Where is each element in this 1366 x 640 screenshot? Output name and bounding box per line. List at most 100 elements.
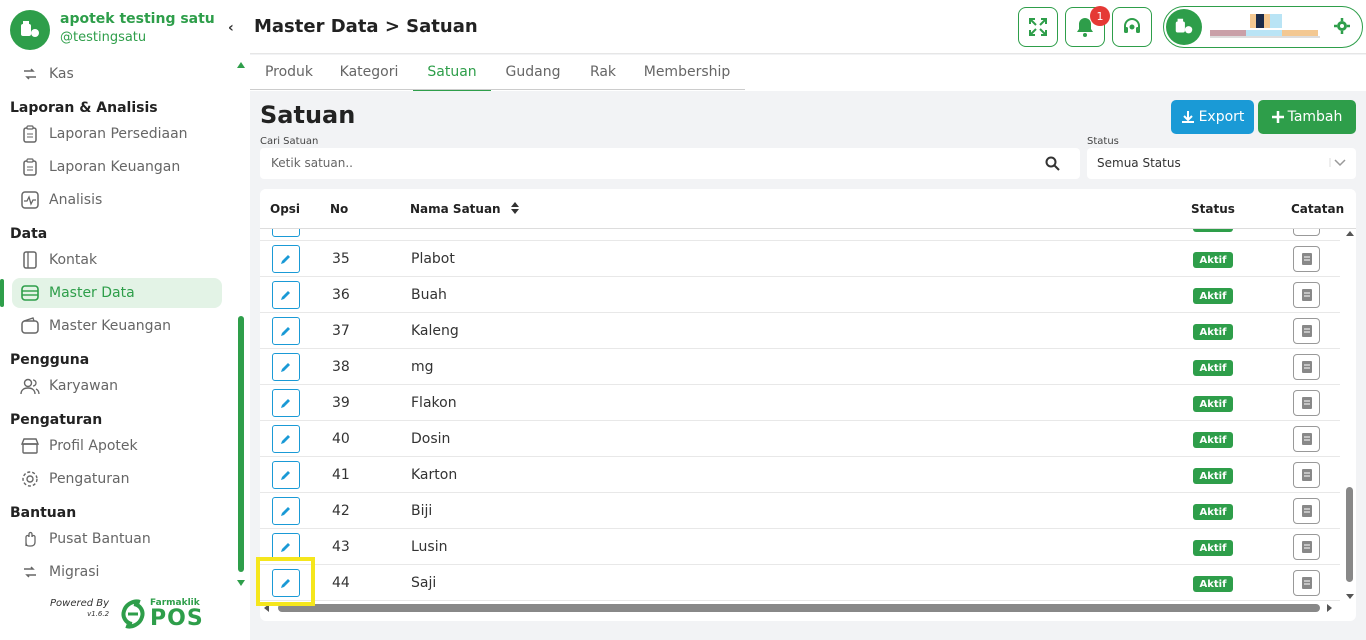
sidebar-item-pengaturan[interactable]: Pengaturan (12, 464, 222, 494)
fullscreen-button[interactable] (1018, 7, 1058, 47)
edit-button[interactable] (272, 353, 300, 381)
note-icon (1301, 469, 1312, 481)
profile-menu[interactable] (1163, 6, 1363, 48)
note-icon (1301, 505, 1312, 517)
col-no: No (330, 202, 349, 216)
note-button[interactable] (1293, 318, 1320, 344)
scroll-right-icon[interactable] (1327, 604, 1332, 612)
scroll-thumb[interactable] (1346, 487, 1353, 582)
farmaklik-logo: Farmaklik POS (118, 598, 204, 630)
scroll-thumb[interactable] (238, 316, 244, 572)
sidebar-item-pusat-bantuan[interactable]: Pusat Bantuan (12, 524, 222, 554)
pencil-icon (281, 327, 290, 336)
store-icon (20, 436, 40, 456)
active-indicator (0, 279, 4, 307)
headset-icon (1124, 18, 1140, 33)
sidebar-item-migrasi[interactable]: Migrasi (12, 557, 222, 587)
table-row (260, 229, 1340, 241)
status-badge (1193, 229, 1233, 232)
sort-icon[interactable] (510, 202, 519, 214)
note-button[interactable] (1293, 229, 1320, 236)
scroll-down-icon[interactable] (237, 580, 245, 586)
search-input[interactable]: Ketik satuan.. (260, 148, 1080, 179)
scroll-up-icon[interactable] (1346, 231, 1354, 236)
cell-name: Kaleng (411, 323, 459, 339)
section-bantuan: Bantuan (10, 505, 77, 521)
note-button[interactable] (1293, 246, 1320, 272)
table-row: 36 Buah Aktif (260, 277, 1340, 313)
pencil-icon (281, 435, 290, 444)
cell-name: Biji (411, 503, 433, 519)
col-nama[interactable]: Nama Satuan (410, 202, 519, 216)
plus-icon (1271, 111, 1284, 123)
table-row: 35 Plabot Aktif (260, 241, 1340, 277)
tabs-divider (250, 89, 745, 90)
edit-button[interactable] (272, 245, 300, 273)
table-vertical-scrollbar[interactable] (1343, 229, 1356, 601)
tab-satuan[interactable]: Satuan (413, 64, 491, 91)
section-pengaturan: Pengaturan (10, 412, 103, 428)
sidebar-item-kas[interactable]: Kas (12, 59, 222, 89)
tab-produk[interactable]: Produk (264, 64, 314, 91)
support-button[interactable] (1112, 7, 1152, 47)
notification-button[interactable]: 1 (1065, 6, 1110, 47)
tab-membership[interactable]: Membership (642, 64, 732, 91)
sidebar-item-analisis[interactable]: Analisis (12, 185, 222, 215)
scroll-down-icon[interactable] (1346, 594, 1354, 599)
tab-gudang[interactable]: Gudang (503, 64, 563, 91)
contact-book-icon (20, 250, 40, 270)
edit-button[interactable] (272, 229, 300, 237)
collapse-sidebar-button[interactable]: ‹ (228, 20, 234, 36)
sidebar-item-label: Laporan Persediaan (49, 126, 188, 142)
sidebar-item-profil-apotek[interactable]: Profil Apotek (12, 431, 222, 461)
note-button[interactable] (1293, 462, 1320, 488)
scroll-thumb[interactable] (278, 604, 1320, 612)
note-button[interactable] (1293, 282, 1320, 308)
sidebar-item-master-data[interactable]: Master Data (12, 278, 222, 308)
edit-button[interactable] (272, 281, 300, 309)
edit-button[interactable] (272, 317, 300, 345)
table-row: 43 Lusin Aktif (260, 529, 1340, 565)
sidebar-item-label: Karyawan (49, 378, 119, 394)
status-badge: Aktif (1193, 504, 1233, 520)
edit-button[interactable] (272, 425, 300, 453)
note-button[interactable] (1293, 534, 1320, 560)
cell-no: 36 (332, 287, 350, 303)
cell-no: 43 (332, 539, 350, 555)
note-button[interactable] (1293, 426, 1320, 452)
note-button[interactable] (1293, 390, 1320, 416)
edit-button[interactable] (272, 461, 300, 489)
sidebar-item-label: Analisis (49, 192, 103, 208)
status-select[interactable]: Semua Status (1087, 148, 1356, 179)
sidebar-item-laporan-persediaan[interactable]: Laporan Persediaan (12, 119, 222, 149)
note-button[interactable] (1293, 570, 1320, 596)
satuan-table: Opsi No Nama Satuan Status Catatan 35 Pl… (260, 189, 1356, 621)
table-horizontal-scrollbar[interactable] (260, 601, 1340, 615)
edit-button[interactable] (272, 389, 300, 417)
status-value: Semua Status (1097, 156, 1181, 170)
download-icon (1181, 111, 1194, 123)
export-label: Export (1198, 109, 1245, 125)
sidebar-item-karyawan[interactable]: Karyawan (12, 371, 222, 401)
tab-rak[interactable]: Rak (588, 64, 618, 91)
brand-handle: @testingsatu (60, 30, 147, 45)
note-icon (1301, 253, 1312, 265)
cell-no: 39 (332, 395, 350, 411)
edit-button[interactable] (272, 497, 300, 525)
cell-name: Saji (411, 575, 437, 591)
sidebar-scrollbar[interactable] (236, 62, 246, 586)
powered-by-text: Powered By (50, 598, 110, 609)
sidebar-item-laporan-keuangan[interactable]: Laporan Keuangan (12, 152, 222, 182)
settings-gear-icon[interactable] (1334, 18, 1350, 34)
scroll-up-icon[interactable] (237, 62, 245, 68)
sidebar-item-master-keuangan[interactable]: Master Keuangan (12, 311, 222, 341)
note-button[interactable] (1293, 498, 1320, 524)
export-button[interactable]: Export (1171, 100, 1254, 134)
note-button[interactable] (1293, 354, 1320, 380)
tab-kategori[interactable]: Kategori (338, 64, 400, 91)
search-label: Cari Satuan (260, 136, 319, 147)
cell-no: 42 (332, 503, 350, 519)
sidebar-item-kontak[interactable]: Kontak (12, 245, 222, 275)
add-button[interactable]: Tambah (1258, 100, 1356, 134)
search-icon[interactable] (1045, 156, 1060, 171)
